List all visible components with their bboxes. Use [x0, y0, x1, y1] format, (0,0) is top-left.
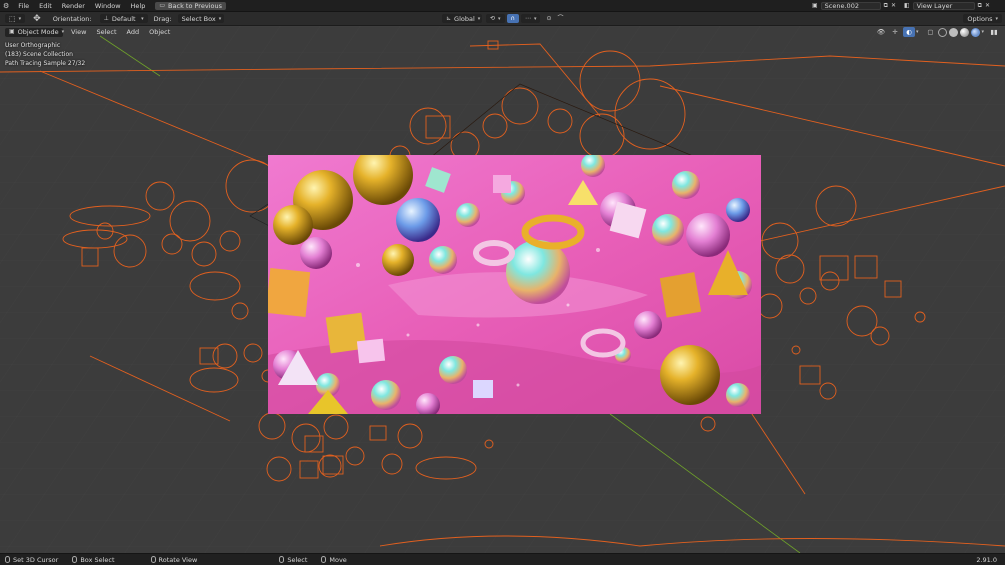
- object-mode-icon: ▣: [9, 28, 15, 35]
- menu-render[interactable]: Render: [57, 2, 90, 10]
- render-status: Path Tracing Sample 27/32: [5, 60, 86, 68]
- menu-file[interactable]: File: [13, 2, 34, 10]
- status-box-select: Box Select: [72, 555, 115, 564]
- chevron-down-icon: ▾: [477, 15, 481, 22]
- mouse-middle-icon: [150, 556, 156, 563]
- collection-info: (183) Scene Collection: [5, 51, 73, 59]
- snap-increment-icon: ⋯: [524, 14, 531, 22]
- solid-shading-icon[interactable]: [949, 27, 959, 37]
- drag-value: Select Box: [181, 14, 216, 23]
- rendered-shading-icon[interactable]: [971, 27, 981, 37]
- viewport-menu-view[interactable]: View: [66, 28, 91, 36]
- drag-label: Drag:: [153, 14, 172, 23]
- visibility-icon[interactable]: 👁: [875, 27, 887, 37]
- mode-dropdown[interactable]: ▣ Object Mode ▾: [5, 27, 65, 37]
- viewport-menu-object[interactable]: Object: [144, 28, 175, 36]
- orientation-label: Orientation:: [52, 14, 92, 23]
- blender-logo-icon[interactable]: ⚙: [3, 2, 9, 10]
- status-label: Select: [287, 555, 308, 564]
- camera-render-preview: [268, 155, 761, 414]
- proportional-editing-icon[interactable]: ⊙: [546, 15, 551, 23]
- status-label: Set 3D Cursor: [13, 555, 59, 564]
- screen-back-icon: ▭: [159, 1, 166, 9]
- axis-icon: ⊥: [103, 14, 109, 22]
- sidebar-toggle-icon[interactable]: ▮▮: [988, 27, 1000, 37]
- status-move: Move: [321, 555, 347, 564]
- menu-edit[interactable]: Edit: [34, 2, 57, 10]
- chevron-down-icon: ▾: [18, 15, 22, 22]
- transform-orientation-dropdown[interactable]: ⊾ Global ▾: [442, 14, 482, 23]
- options-label: Options: [967, 14, 993, 23]
- version-label: 2.91.0: [976, 555, 997, 564]
- move-tool-icon[interactable]: ✥: [33, 14, 41, 23]
- tool-selector[interactable]: ⬚ ▾: [5, 14, 26, 23]
- chevron-down-icon: ▾: [498, 15, 501, 22]
- mouse-middle-icon: [321, 556, 327, 563]
- delete-view-layer-icon[interactable]: ✕: [985, 2, 990, 10]
- global-axis-icon: ⊾: [446, 14, 452, 22]
- menu-help[interactable]: Help: [126, 2, 151, 10]
- view-name: User Orthographic: [5, 42, 61, 49]
- snap-target-dropdown[interactable]: ⋯ ▾: [520, 14, 541, 23]
- falloff-curve-icon[interactable]: ⌒: [558, 15, 564, 23]
- menu-window[interactable]: Window: [90, 2, 126, 10]
- options-dropdown[interactable]: Options ▾: [963, 14, 1002, 23]
- delete-scene-icon[interactable]: ✕: [891, 2, 896, 10]
- back-to-previous-label: Back to Previous: [168, 1, 222, 10]
- viewport-info-overlay: User Orthographic (183) Scene Collection…: [5, 41, 85, 69]
- viewport-menu-add[interactable]: Add: [122, 28, 145, 36]
- render-image: [268, 155, 761, 414]
- view-layer-field[interactable]: View Layer: [912, 1, 975, 10]
- status-select: Select: [279, 556, 307, 564]
- status-rotate-view: Rotate View: [150, 555, 198, 564]
- pivot-icon: ⟲: [490, 14, 496, 22]
- scene-name-field[interactable]: Scene.002: [820, 1, 881, 10]
- material-shading-icon[interactable]: [960, 27, 970, 37]
- scene-name: Scene.002: [824, 1, 859, 10]
- mode-value: Object Mode: [17, 28, 59, 36]
- xray-toggle-icon[interactable]: ▢: [924, 27, 936, 37]
- view-layer-icon: ◧: [904, 1, 910, 9]
- scene-icon: ▣: [812, 1, 818, 9]
- back-to-previous-button[interactable]: ▭ Back to Previous: [155, 1, 226, 10]
- mouse-left-icon: [279, 556, 285, 563]
- status-set-cursor: Set 3D Cursor: [5, 556, 58, 564]
- status-label: Rotate View: [158, 555, 198, 564]
- transform-space-value: Global: [454, 14, 475, 23]
- snap-toggle[interactable]: ∩: [506, 14, 519, 23]
- 3d-viewport[interactable]: ▣ Object Mode ▾ View Select Add Object 👁…: [0, 26, 1005, 553]
- gizmo-toggle-icon[interactable]: ✛: [889, 27, 901, 37]
- select-tool-icon: ⬚: [9, 14, 16, 23]
- view-layer-name: View Layer: [916, 1, 953, 10]
- viewport-header: ▣ Object Mode ▾ View Select Add Object 👁…: [0, 26, 1005, 38]
- chevron-down-icon: ▾: [61, 29, 65, 35]
- chevron-down-icon: ▾: [533, 15, 537, 22]
- new-view-layer-icon[interactable]: ⧉: [978, 2, 982, 10]
- chevron-down-icon: ▾: [218, 15, 222, 22]
- orientation-dropdown[interactable]: ⊥ Default ▾: [99, 14, 148, 23]
- top-bar: ⚙ File Edit Render Window Help ▭ Back to…: [0, 0, 1005, 12]
- chevron-down-icon[interactable]: ▾: [981, 29, 984, 35]
- chevron-down-icon: ▾: [141, 15, 144, 22]
- wireframe-shading-icon[interactable]: [938, 27, 948, 37]
- pivot-point-dropdown[interactable]: ⟲ ▾: [486, 14, 505, 23]
- chevron-down-icon[interactable]: ▾: [916, 29, 919, 35]
- mouse-left-icon: [5, 556, 10, 563]
- viewport-menu-select[interactable]: Select: [91, 28, 121, 36]
- tool-settings-bar: ⬚ ▾ ✥ Orientation: ⊥ Default ▾ Drag: Sel…: [0, 12, 1005, 26]
- magnet-icon: ∩: [510, 14, 515, 22]
- overlay-toggle-icon[interactable]: ◐: [902, 27, 915, 37]
- mouse-left-icon: [72, 556, 78, 563]
- orientation-value: Default: [111, 14, 136, 23]
- status-bar: Set 3D Cursor Box Select Rotate View Sel…: [0, 553, 1005, 565]
- status-label: Move: [329, 555, 347, 564]
- status-label: Box Select: [80, 555, 115, 564]
- drag-dropdown[interactable]: Select Box ▾: [177, 14, 224, 23]
- chevron-down-icon: ▾: [995, 15, 998, 22]
- new-scene-icon[interactable]: ⧉: [884, 2, 888, 10]
